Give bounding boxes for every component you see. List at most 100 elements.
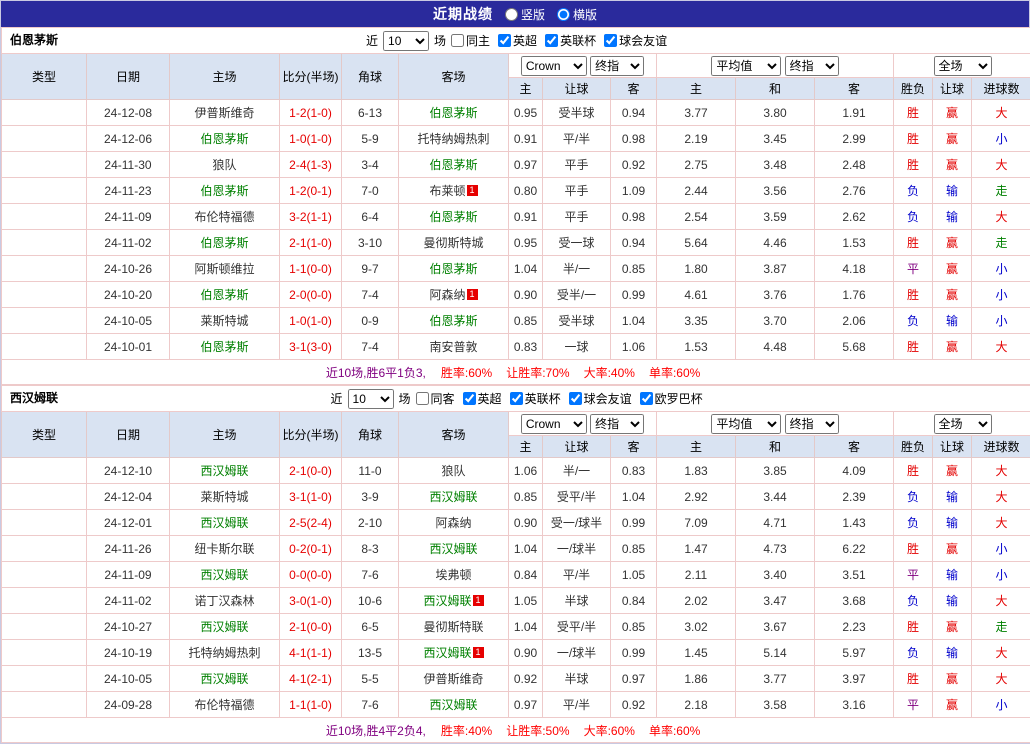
home-team-link[interactable]: 纽卡斯尔联 [194,542,254,556]
away-team-link[interactable]: 西汉姆联 [429,698,477,712]
avg-odds-cell: 3.51 [815,562,894,588]
away-team-link[interactable]: 狼队 [441,464,465,478]
away-team-link[interactable]: 南安普敦 [429,340,477,354]
away-team-link[interactable]: 埃弗顿 [435,568,471,582]
vertical-layout-radio[interactable] [505,8,518,21]
home-team-link[interactable]: 阿斯顿维拉 [194,262,254,276]
home-team-link[interactable]: 诺丁汉森林 [194,594,254,608]
home-team-link[interactable]: 西汉姆联 [200,672,248,686]
away-team-link[interactable]: 托特纳姆热刺 [417,132,489,146]
date-cell: 24-11-09 [87,204,170,230]
away-team-link[interactable]: 西汉姆联 [429,490,477,504]
filter-checkbox-input[interactable] [569,392,582,405]
league-cell: 英超 [2,204,87,230]
filter-checkbox[interactable]: 英超 [498,32,537,49]
filter-checkbox-input[interactable] [416,392,429,405]
filter-checkbox-input[interactable] [510,392,523,405]
score-cell: 3-2(1-1) [280,204,342,230]
filter-checkbox[interactable]: 球会友谊 [569,390,632,407]
away-team-link[interactable]: 西汉姆联 [429,542,477,556]
home-team-link[interactable]: 西汉姆联 [200,464,248,478]
col-header-type: 类型 [2,412,87,458]
match-row: 英超24-10-27西汉姆联2-1(0-0)6-5曼彻斯特联1.04受平/半0.… [2,614,1030,640]
avg-time-select[interactable]: 终指 [785,56,839,76]
filter-checkbox-input[interactable] [498,34,511,47]
handicap-odds-cell: 0.91 [509,204,543,230]
date-cell: 24-11-02 [87,588,170,614]
odds-time-select[interactable]: 终指 [590,414,644,434]
filter-checkbox[interactable]: 英联杯 [545,32,596,49]
home-team-link[interactable]: 托特纳姆热刺 [188,646,260,660]
filter-checkbox[interactable]: 英超 [463,390,502,407]
subcol-avg-draw: 和 [736,78,815,100]
odds-source-select[interactable]: Crown [521,56,587,76]
home-cell: 西汉姆联 [170,458,280,484]
team-name: 西汉姆联 [10,386,58,411]
home-team-link[interactable]: 伯恩茅斯 [200,184,248,198]
odds-time-select[interactable]: 终指 [590,56,644,76]
home-team-link[interactable]: 莱斯特城 [200,314,248,328]
home-team-link[interactable]: 西汉姆联 [200,568,248,582]
home-team-link[interactable]: 西汉姆联 [200,516,248,530]
away-team-link[interactable]: 曼彻斯特联 [423,620,483,634]
home-team-link[interactable]: 布伦特福德 [194,210,254,224]
handicap-odds-cell: 平手 [543,204,611,230]
away-team-link[interactable]: 伯恩茅斯 [429,158,477,172]
filter-checkbox-input[interactable] [640,392,653,405]
filter-checkbox-input[interactable] [604,34,617,47]
result-cell: 赢 [933,126,972,152]
avg-odds-cell: 4.09 [815,458,894,484]
col-header-corner: 角球 [342,412,399,458]
away-team-link[interactable]: 西汉姆联 [423,646,471,660]
filter-checkbox-input[interactable] [545,34,558,47]
home-cell: 布伦特福德 [170,692,280,718]
filter-checkbox[interactable]: 英联杯 [510,390,561,407]
filter-checkbox[interactable]: 同客 [416,390,455,407]
filter-checkbox-input[interactable] [451,34,464,47]
home-team-link[interactable]: 伊普斯维奇 [194,106,254,120]
odds-source-select[interactable]: Crown [521,414,587,434]
avg-odds-cell: 2.75 [657,152,736,178]
avg-type-select[interactable]: 平均值 [711,414,781,434]
date-cell: 24-12-01 [87,510,170,536]
home-team-link[interactable]: 伯恩茅斯 [200,340,248,354]
home-team-link[interactable]: 布伦特福德 [194,698,254,712]
home-team-link[interactable]: 伯恩茅斯 [200,288,248,302]
horizontal-layout-radio[interactable] [557,8,570,21]
home-cell: 伊普斯维奇 [170,100,280,126]
result-cell: 大 [972,666,1030,692]
match-count-select[interactable]: 10 [348,389,394,409]
avg-type-select[interactable]: 平均值 [711,56,781,76]
home-team-link[interactable]: 莱斯特城 [200,490,248,504]
filter-checkbox[interactable]: 同主 [451,32,490,49]
away-team-link[interactable]: 布莱顿 [429,184,465,198]
match-count-select[interactable]: 10 [383,31,429,51]
away-team-link[interactable]: 伯恩茅斯 [429,262,477,276]
result-cell: 胜 [894,100,933,126]
avg-time-select[interactable]: 终指 [785,414,839,434]
filter-bar: 近 10 场 同主英超英联杯球会友谊 [3,28,1030,53]
avg-odds-cell: 2.18 [657,692,736,718]
away-team-link[interactable]: 伯恩茅斯 [429,314,477,328]
scope-select[interactable]: 全场 [934,56,992,76]
date-cell: 24-11-09 [87,562,170,588]
away-team-link[interactable]: 伊普斯维奇 [423,672,483,686]
home-team-link[interactable]: 西汉姆联 [200,620,248,634]
avg-odds-cell: 1.43 [815,510,894,536]
layout-option-vertical[interactable]: 竖版 [505,6,545,23]
away-team-link[interactable]: 阿森纳 [429,288,465,302]
home-team-link[interactable]: 伯恩茅斯 [200,132,248,146]
away-team-link[interactable]: 伯恩茅斯 [429,210,477,224]
away-team-link[interactable]: 伯恩茅斯 [429,106,477,120]
scope-select[interactable]: 全场 [934,414,992,434]
home-team-link[interactable]: 伯恩茅斯 [200,236,248,250]
filter-checkbox[interactable]: 球会友谊 [604,32,667,49]
away-team-link[interactable]: 曼彻斯特城 [423,236,483,250]
layout-option-horizontal[interactable]: 横版 [557,6,597,23]
away-team-link[interactable]: 阿森纳 [435,516,471,530]
avg-select-cell: 平均值 终指 [657,54,894,78]
filter-checkbox-input[interactable] [463,392,476,405]
away-team-link[interactable]: 西汉姆联 [423,594,471,608]
filter-checkbox[interactable]: 欧罗巴杯 [640,390,703,407]
home-team-link[interactable]: 狼队 [212,158,236,172]
